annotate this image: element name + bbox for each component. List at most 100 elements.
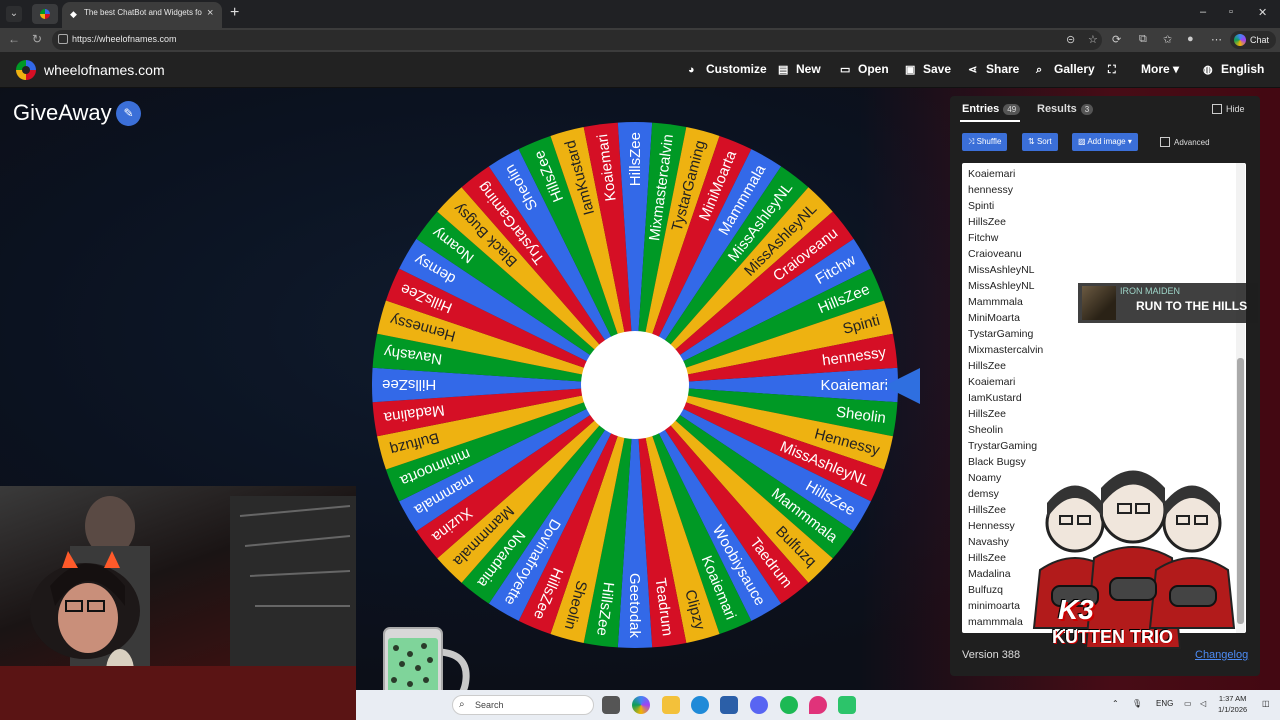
file-explorer-icon[interactable] [662,696,680,714]
edge-browser-icon[interactable] [691,696,709,714]
entry-item: Craioveanu [968,248,1022,260]
chat-label: Chat [1250,35,1270,45]
checkbox-icon [1160,137,1170,147]
volume-icon[interactable]: ◁ [1200,699,1206,708]
version-text: Version 388 [962,649,1021,661]
sort-label: Sort [1036,137,1052,146]
entry-item: Noamy [968,472,1002,484]
pinned-tab[interactable] [32,4,58,24]
extensions-icon[interactable]: ⧉ [1139,33,1147,46]
entry-item: MissAshleyNL [968,264,1035,276]
entry-item: mammmala [968,616,1023,628]
shuffle-button[interactable]: ⤨ Shuffle [962,133,1008,151]
store-icon[interactable] [720,696,738,714]
tray-overflow-icon[interactable]: ⌃ [1112,699,1119,708]
notifications-icon[interactable]: ◫ [1262,699,1270,708]
discord-icon[interactable] [750,696,768,714]
tab-results[interactable]: Results 3 [1037,103,1094,115]
site-info-icon[interactable] [58,34,68,44]
minimize-button[interactable]: – [1200,6,1206,18]
network-icon[interactable]: ▭ [1184,699,1192,708]
sort-button[interactable]: ⇅ Sort [1022,133,1058,151]
tab-title: The best ChatBot and Widgets for [84,8,202,17]
entry-item: Bulfuzq [968,584,1004,596]
entry-item: HillsZee [968,504,1006,516]
refresh-icon[interactable]: ⟳ [1112,33,1121,46]
wheel-slice-label: Koaiemari [820,377,888,394]
entry-item: HillsZee [968,216,1006,228]
hide-checkbox[interactable]: Hide [1212,104,1245,114]
entry-item: Mammmala [968,296,1023,308]
wheel-slice-label: Geetodak [626,573,643,639]
new-button[interactable]: ▤ New [778,62,821,76]
share-icon: ⋖ [968,64,978,76]
save-label: Save [923,62,952,76]
fullscreen-button[interactable]: ⛶ [1108,62,1126,77]
webcam-image [0,496,356,720]
entry-item: Sheolin [968,424,1004,436]
checkbox-icon [1212,104,1222,114]
back-icon[interactable]: ← [8,32,20,46]
site-logo-icon[interactable] [16,60,36,80]
app-pin-icon[interactable] [809,696,827,714]
copilot-app-icon[interactable] [632,696,650,714]
more-options-icon[interactable]: ⋯ [1211,33,1222,46]
taskbar-search[interactable]: ⌕ Search [452,695,594,715]
sort-icon: ⇅ [1028,137,1037,146]
copilot-chat-button[interactable]: Chat [1230,31,1276,49]
share-label: Share [986,62,1020,76]
entry-item: Koaiemari [968,376,1016,388]
wheel[interactable]: KoaiemariSheolinHennessyMissAshleyNLHill… [370,120,900,650]
site-brand[interactable]: wheelofnames.com [44,62,165,78]
entry-item: minimoarta [968,600,1020,612]
add-image-button[interactable]: ▨ Add image ▾ [1072,133,1138,151]
entry-item: Fitchw [968,232,999,244]
task-view-icon[interactable] [602,696,620,714]
edit-title-button[interactable]: ✎ [116,101,141,126]
advanced-label: Advanced [1174,138,1210,147]
entry-item: IamKustard [968,392,1022,404]
clock-date: 1/1/2026 [1218,705,1248,714]
tab-entries[interactable]: Entries 49 [962,103,1021,115]
wheel-center[interactable] [581,331,689,439]
more-button[interactable]: More ▾ [1141,62,1179,76]
wheel-pointer-icon [884,368,920,404]
entry-item: MissAshleyNL [968,280,1035,292]
active-tab[interactable]: ◆ The best ChatBot and Widgets for × [62,2,222,28]
favorite-icon[interactable]: ☆ [1088,33,1098,46]
url-field[interactable]: https://wheelofnames.com [52,30,1102,50]
new-tab-button[interactable]: + [230,4,239,22]
favorites-bar-icon[interactable]: ✩ [1163,33,1172,46]
language-button[interactable]: ◍ English [1203,62,1264,76]
restore-button[interactable]: ▫ [1229,6,1233,18]
clock[interactable]: 1:37 AM 1/1/2026 [1218,693,1247,715]
tab-list-button[interactable]: ⌄ [6,6,22,22]
reload-icon[interactable]: ↻ [32,32,42,46]
close-window-button[interactable]: ✕ [1258,6,1267,19]
close-tab-icon[interactable]: × [207,7,213,19]
entry-item: Spinti [968,200,995,212]
reader-icon[interactable]: ⊝ [1066,33,1075,46]
advanced-checkbox[interactable]: Advanced [1160,137,1210,147]
hide-label: Hide [1226,104,1245,114]
wheel-logo-icon [40,9,50,19]
save-button[interactable]: ▣ Save [905,62,951,76]
microphone-icon[interactable]: 🎙 [1132,699,1142,708]
search-icon: ⌕ [1036,64,1043,76]
entry-item: Mixmastercalvin [968,344,1044,356]
spotify-icon[interactable] [780,696,798,714]
streaming-app-icon[interactable] [838,696,856,714]
image-icon: ▨ [1078,137,1088,146]
customize-button[interactable]: ◕ Customize [688,62,767,76]
chevron-down-icon: ▾ [1173,62,1180,76]
entry-item: TrystarGaming [968,440,1038,452]
wheel-title: GiveAway [13,100,112,125]
entry-item: MiniMoarta [968,312,1020,324]
entry-item: hennessy [968,184,1013,196]
gallery-button[interactable]: ⌕ Gallery [1036,62,1095,77]
profile-icon[interactable]: ● [1187,33,1194,45]
site-header: wheelofnames.com ◕ Customize ▤ New ▭ Open ▣… [0,52,1280,88]
open-button[interactable]: ▭ Open [840,62,889,76]
share-button[interactable]: ⋖ Share [968,62,1019,76]
language-indicator[interactable]: ENG [1156,699,1173,708]
